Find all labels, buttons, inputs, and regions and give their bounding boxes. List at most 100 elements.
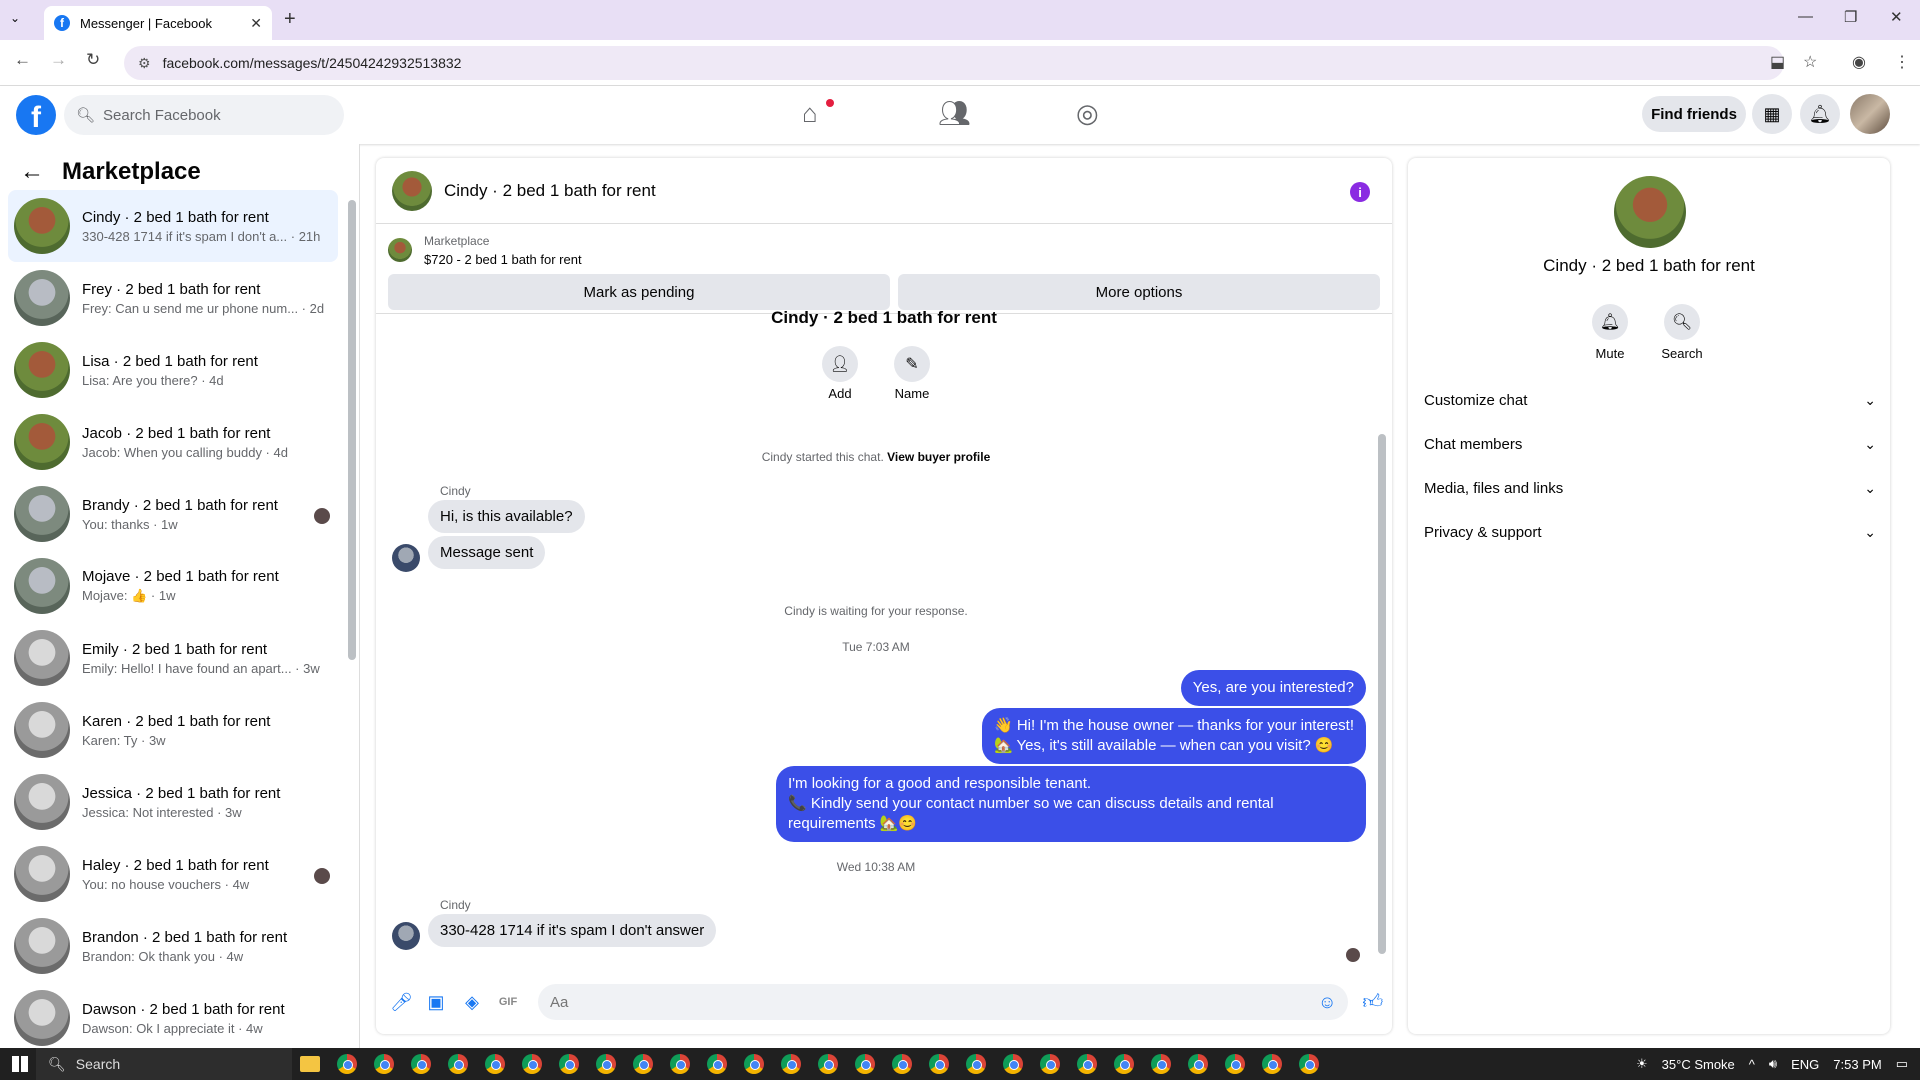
new-tab-icon[interactable]: +: [284, 8, 296, 31]
browser-tab[interactable]: f Messenger | Facebook ✕: [44, 6, 272, 40]
notification-center-icon[interactable]: ▭: [1896, 1056, 1908, 1072]
sidebar-scrollbar[interactable]: [348, 200, 356, 660]
weather-text[interactable]: 35°C Smoke: [1662, 1057, 1735, 1072]
windows-start-icon[interactable]: [12, 1056, 28, 1072]
conversation-item[interactable]: Jacob · 2 bed 1 bath for rent Jacob: When…: [8, 406, 338, 478]
chrome-window-icon[interactable]: [707, 1054, 727, 1074]
chrome-window-icon[interactable]: [1188, 1054, 1208, 1074]
tab-search-icon[interactable]: ⌄: [10, 11, 20, 25]
back-arrow-icon[interactable]: ←: [20, 158, 44, 186]
chrome-window-icon[interactable]: [1077, 1054, 1097, 1074]
taskbar-search[interactable]: 🔍︎ Search: [36, 1048, 292, 1080]
speaker-icon[interactable]: 🔊︎: [1769, 1056, 1777, 1072]
chat-scrollbar[interactable]: [1378, 434, 1386, 954]
file-explorer-icon[interactable]: [300, 1056, 320, 1072]
chrome-window-icon[interactable]: [374, 1054, 394, 1074]
details-section[interactable]: Customize chat ⌄: [1424, 382, 1876, 418]
incoming-message[interactable]: Message sent: [428, 536, 546, 569]
chrome-window-icon[interactable]: [337, 1054, 357, 1074]
language-indicator[interactable]: ENG: [1791, 1057, 1819, 1072]
reload-icon[interactable]: ↻: [86, 50, 100, 70]
message-input[interactable]: [538, 984, 1348, 1020]
chat-avatar[interactable]: [392, 170, 432, 211]
chrome-window-icon[interactable]: [929, 1054, 949, 1074]
conversation-item[interactable]: Frey · 2 bed 1 bath for rent Frey: Can u …: [8, 262, 338, 334]
search-in-chat-icon[interactable]: 🔍︎: [1664, 304, 1700, 340]
clock[interactable]: 7:53 PM: [1833, 1057, 1881, 1072]
chrome-window-icon[interactable]: [1114, 1054, 1134, 1074]
conversation-item[interactable]: Mojave · 2 bed 1 bath for rent Mojave: 👍 …: [8, 550, 338, 622]
restore-icon[interactable]: ❐: [1844, 8, 1857, 26]
browser-menu-icon[interactable]: ⋮: [1894, 52, 1910, 72]
view-buyer-profile-link[interactable]: View buyer profile: [887, 450, 990, 464]
chrome-window-icon[interactable]: [1225, 1054, 1245, 1074]
incoming-message[interactable]: Hi, is this available?: [428, 500, 585, 533]
chrome-window-icon[interactable]: [744, 1054, 764, 1074]
listing-title[interactable]: $720 - 2 bed 1 bath for rent: [424, 252, 582, 267]
chrome-window-icon[interactable]: [596, 1054, 616, 1074]
more-options-button[interactable]: More options: [898, 274, 1380, 310]
incoming-message[interactable]: 330-428 1714 if it's spam I don't answer: [428, 914, 717, 947]
conversation-item[interactable]: Brandy · 2 bed 1 bath for rent You: thank…: [8, 478, 338, 550]
mark-as-pending-button[interactable]: Mark as pending: [388, 274, 890, 310]
conversation-item[interactable]: Haley · 2 bed 1 bath for rent You: no hou…: [8, 838, 338, 910]
chrome-window-icon[interactable]: [448, 1054, 468, 1074]
menu-grid-icon[interactable]: ▦: [1752, 94, 1792, 134]
outgoing-message[interactable]: 👋 Hi! I'm the house owner — thanks for y…: [981, 708, 1366, 764]
chrome-window-icon[interactable]: [818, 1054, 838, 1074]
chrome-window-icon[interactable]: [1299, 1054, 1319, 1074]
address-bar[interactable]: ⚙ facebook.com/messages/t/24504242932513…: [124, 46, 1784, 80]
details-section[interactable]: Chat members ⌄: [1424, 426, 1876, 462]
find-friends-button[interactable]: Find friends: [1642, 96, 1746, 132]
close-window-icon[interactable]: ✕: [1890, 8, 1903, 26]
outgoing-message[interactable]: I'm looking for a good and responsible t…: [776, 766, 1366, 842]
sender-avatar[interactable]: [392, 544, 420, 572]
conversation-item[interactable]: Dawson · 2 bed 1 bath for rent Dawson: Ok…: [8, 982, 338, 1054]
conversation-item[interactable]: Emily · 2 bed 1 bath for rent Emily: Hell…: [8, 622, 338, 694]
conversation-item[interactable]: Lisa · 2 bed 1 bath for rent Lisa: Are yo…: [8, 334, 338, 406]
sticker-icon[interactable]: ◈: [462, 992, 482, 1013]
tray-chevron-icon[interactable]: ^: [1749, 1057, 1755, 1072]
chrome-window-icon[interactable]: [781, 1054, 801, 1074]
chrome-window-icon[interactable]: [633, 1054, 653, 1074]
sender-avatar[interactable]: [392, 922, 420, 950]
groups-icon[interactable]: ◎: [1076, 98, 1099, 129]
details-avatar[interactable]: [1614, 176, 1686, 248]
edit-name-icon[interactable]: ✎: [894, 346, 930, 382]
chrome-window-icon[interactable]: [670, 1054, 690, 1074]
back-icon[interactable]: ←: [14, 50, 31, 70]
mute-bell-icon[interactable]: 🔔︎: [1592, 304, 1628, 340]
chrome-window-icon[interactable]: [855, 1054, 875, 1074]
notifications-bell-icon[interactable]: 🔔︎: [1800, 94, 1840, 134]
chrome-window-icon[interactable]: [1262, 1054, 1282, 1074]
site-info-icon[interactable]: ⚙: [138, 55, 151, 72]
chrome-window-icon[interactable]: [485, 1054, 505, 1074]
profile-icon[interactable]: ◉: [1852, 52, 1866, 72]
chat-title[interactable]: Cindy · 2 bed 1 bath for rent: [444, 181, 656, 201]
info-icon[interactable]: i: [1350, 182, 1370, 202]
weather-icon[interactable]: ☀: [1636, 1056, 1648, 1072]
chrome-window-icon[interactable]: [522, 1054, 542, 1074]
chrome-window-icon[interactable]: [559, 1054, 579, 1074]
friends-icon[interactable]: 👥︎: [938, 98, 971, 129]
home-icon[interactable]: ⌂: [802, 98, 818, 129]
account-avatar[interactable]: [1850, 94, 1890, 134]
gif-icon[interactable]: GIF: [498, 996, 518, 1008]
like-thumb-icon[interactable]: 👍︎: [1362, 990, 1383, 1014]
search-facebook-input[interactable]: 🔍︎ Search Facebook: [64, 95, 344, 135]
facebook-logo-icon[interactable]: f: [16, 95, 56, 135]
emoji-icon[interactable]: ☺: [1318, 992, 1336, 1013]
forward-icon[interactable]: →: [50, 50, 67, 70]
conversation-item[interactable]: Cindy · 2 bed 1 bath for rent 330-428 171…: [8, 190, 338, 262]
bookmark-star-icon[interactable]: ☆: [1803, 52, 1817, 72]
conversation-item[interactable]: Jessica · 2 bed 1 bath for rent Jessica: …: [8, 766, 338, 838]
minimize-icon[interactable]: —: [1798, 8, 1813, 25]
outgoing-message[interactable]: Yes, are you interested?: [1180, 670, 1366, 706]
add-person-icon[interactable]: 👤︎: [822, 346, 858, 382]
details-section[interactable]: Media, files and links ⌄: [1424, 470, 1876, 506]
listing-thumbnail[interactable]: [388, 238, 412, 262]
details-section[interactable]: Privacy & support ⌄: [1424, 514, 1876, 550]
conversation-item[interactable]: Brandon · 2 bed 1 bath for rent Brandon: …: [8, 910, 338, 982]
chrome-window-icon[interactable]: [966, 1054, 986, 1074]
chrome-window-icon[interactable]: [1151, 1054, 1171, 1074]
